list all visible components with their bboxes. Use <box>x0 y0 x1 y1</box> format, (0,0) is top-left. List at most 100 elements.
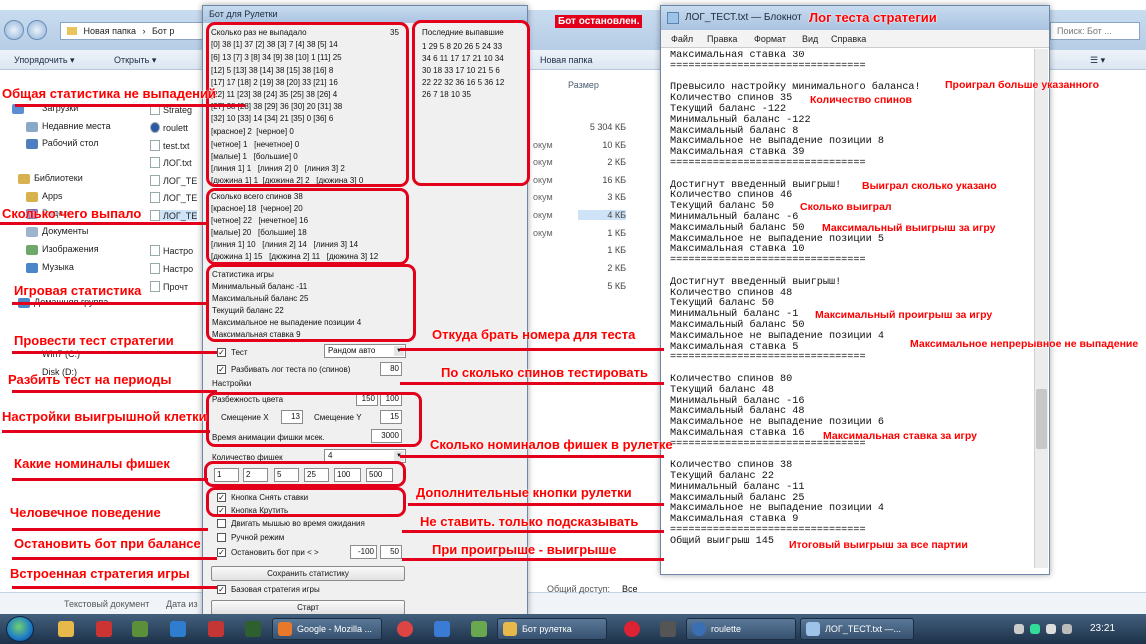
tray-icon[interactable] <box>1030 624 1040 634</box>
menu-item-help[interactable]: Справка <box>831 34 866 44</box>
base-strategy-checkbox[interactable]: ✓ <box>217 585 226 594</box>
highlight-box <box>206 264 416 342</box>
bot-stopped-badge: Бот остановлен. <box>555 15 643 28</box>
list-item[interactable]: Прочт <box>150 281 188 292</box>
split-log-checkbox[interactable]: ✓ <box>217 365 226 374</box>
tray-icon[interactable] <box>1014 624 1024 634</box>
volume-icon[interactable] <box>1062 624 1072 634</box>
manual-mode-checkbox[interactable] <box>217 533 226 542</box>
annotation: Дополнительные кнопки рулетки <box>416 485 632 500</box>
move-mouse-checkbox[interactable] <box>217 519 226 528</box>
sidebar-item-recent[interactable]: Недавние места <box>42 121 111 131</box>
list-item[interactable]: ЛОГ_ТЕ <box>150 175 197 186</box>
app-icon[interactable] <box>170 621 186 637</box>
address-bar[interactable]: Новая папка › Бот р <box>60 22 205 40</box>
log-line: Текущий баланс 48 <box>670 384 774 396</box>
file-size: 4 КБ <box>578 210 626 220</box>
pointer-line <box>12 528 208 531</box>
annotation: Какие номиналы фишек <box>14 456 170 471</box>
list-item[interactable]: Настро <box>150 263 193 274</box>
status-date: Дата из <box>166 599 198 609</box>
file-type: окум <box>533 175 553 185</box>
scrollbar[interactable] <box>1034 49 1048 568</box>
sidebar-item-pictures[interactable]: Изображения <box>42 244 99 254</box>
annotation: Проиграл больше указанного <box>945 79 1100 91</box>
highlight-box <box>206 188 409 265</box>
app-icon[interactable] <box>660 621 676 637</box>
stop-max-input[interactable]: 50 <box>380 545 402 559</box>
file-size: 1 КБ <box>607 228 626 238</box>
list-item[interactable]: ЛОГ_ТЕ <box>150 192 197 203</box>
annotation: Сколько выиграл <box>800 201 892 213</box>
pointer-line <box>0 222 206 225</box>
task-notepad[interactable]: ЛОГ_ТЕСТ.txt —... <box>800 618 914 640</box>
stop-bot-label: Остановить бот при < > <box>231 548 319 557</box>
menu-item-file[interactable]: Файл <box>671 34 693 44</box>
log-line: ================================ <box>670 157 866 169</box>
save-stats-button[interactable]: Сохранить статистику <box>211 566 405 581</box>
yandex-icon[interactable] <box>624 621 640 637</box>
test-checkbox[interactable]: ✓ <box>217 348 226 357</box>
file-type: окум <box>533 228 553 238</box>
list-item[interactable]: roulett <box>150 122 188 133</box>
app-icon[interactable] <box>434 621 450 637</box>
clock[interactable]: 23:21 <box>1090 623 1115 634</box>
app-icon[interactable] <box>208 621 224 637</box>
annotation: Сколько чего выпало <box>2 206 142 221</box>
pointer-line <box>12 302 208 305</box>
test-source-select[interactable]: Рандом авто ▼ <box>324 344 406 358</box>
forward-button[interactable] <box>27 20 47 40</box>
annotation: Откуда брать номера для теста <box>432 327 636 342</box>
view-options-icon[interactable]: ☰ ▾ <box>1090 55 1105 66</box>
status-access-value: Все <box>622 584 638 594</box>
sidebar-item-desktop[interactable]: Рабочий стол <box>42 138 99 148</box>
app-icon[interactable] <box>471 621 487 637</box>
annotation: Максимальная ставка за игру <box>823 430 978 442</box>
open-button[interactable]: Открыть ▾ <box>114 55 156 66</box>
recent-places-icon <box>26 122 38 132</box>
highlight-box <box>206 487 406 517</box>
list-item[interactable]: ЛОГ_ТЕ <box>150 210 198 221</box>
search-input[interactable]: Поиск: Бот ... <box>1050 22 1140 40</box>
folder-icon <box>67 27 77 35</box>
network-icon[interactable] <box>1046 624 1056 634</box>
pointer-line <box>12 351 217 354</box>
taskbar: Google - Mozilla ... Бот рулетка roulett… <box>0 614 1146 644</box>
status-access-label: Общий доступ: <box>547 584 610 594</box>
task-bot-roulette[interactable]: Бот рулетка <box>497 618 607 640</box>
sidebar-item-documents[interactable]: Документы <box>42 226 88 236</box>
task-firefox[interactable]: Google - Mozilla ... <box>272 618 382 640</box>
start-button[interactable]: Старт <box>211 600 405 615</box>
file-size: 16 КБ <box>602 175 626 185</box>
app-icon[interactable] <box>245 621 261 637</box>
new-folder-button[interactable]: Новая папка <box>540 55 592 65</box>
back-button[interactable] <box>4 20 24 40</box>
breadcrumb-item[interactable]: Бот р <box>152 26 174 36</box>
annotation: Настройки выигрышной клетки <box>2 409 207 424</box>
sidebar-item-music[interactable]: Музыка <box>42 262 74 272</box>
menu-item-edit[interactable]: Правка <box>707 34 737 44</box>
log-line: Минимальный баланс -122 <box>670 114 811 126</box>
list-item[interactable]: Настро <box>150 245 193 256</box>
scrollbar-thumb[interactable] <box>1036 389 1047 449</box>
stop-min-input[interactable]: -100 <box>350 545 377 559</box>
sidebar-item-apps[interactable]: Apps <box>42 191 63 201</box>
annotation: Итоговый выигрыш за все партии <box>789 539 968 551</box>
app-icon[interactable] <box>96 621 112 637</box>
explorer-icon[interactable] <box>58 621 74 637</box>
list-item[interactable]: test.txt <box>150 140 190 151</box>
menu-item-view[interactable]: Вид <box>802 34 818 44</box>
organize-button[interactable]: Упорядочить ▾ <box>14 55 75 66</box>
breadcrumb-item[interactable]: Новая папка <box>84 26 136 36</box>
pointer-line <box>12 557 217 560</box>
app-icon[interactable] <box>132 621 148 637</box>
task-roulette[interactable]: roulette <box>686 618 796 640</box>
sidebar-item-libraries[interactable]: Библиотеки <box>34 173 83 183</box>
start-button[interactable] <box>6 616 34 642</box>
music-icon <box>26 263 38 273</box>
chrome-icon[interactable] <box>397 621 413 637</box>
stop-bot-checkbox[interactable]: ✓ <box>217 548 226 557</box>
list-item[interactable]: ЛОГ.txt <box>150 157 192 168</box>
menu-item-format[interactable]: Формат <box>754 34 786 44</box>
split-spins-input[interactable]: 80 <box>380 362 402 376</box>
